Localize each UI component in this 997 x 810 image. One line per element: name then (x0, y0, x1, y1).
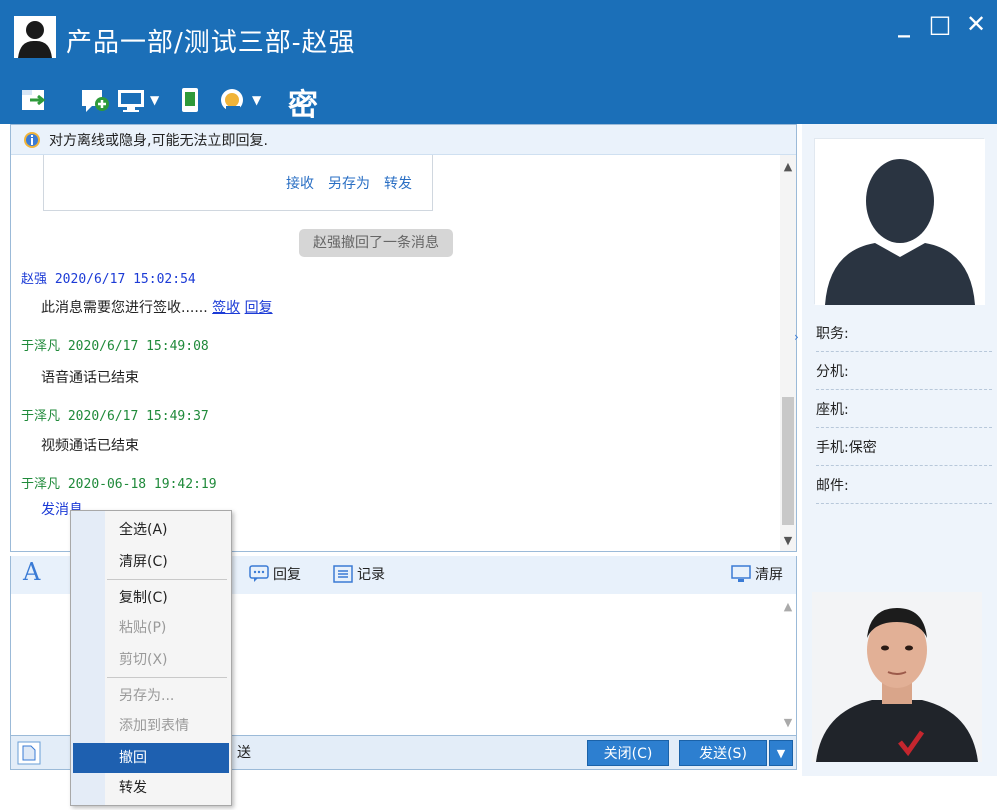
menu-copy[interactable]: 复制(C) (107, 583, 229, 613)
message-time: 2020-06-18 19:42:19 (67, 477, 217, 492)
remote-assist-icon (221, 89, 243, 111)
save-as-link[interactable]: 另存为 (328, 173, 370, 193)
message-button[interactable] (80, 84, 110, 116)
contact-avatar (814, 138, 985, 305)
info-value: 保密 (848, 439, 877, 456)
document-icon[interactable] (17, 741, 41, 765)
sender-name: 于泽凡 (21, 339, 61, 354)
message-header: 于泽凡 2020-06-18 19:42:19 (21, 473, 217, 492)
chat-scrollbar[interactable]: ▲ ▼ (780, 155, 796, 551)
chat-add-icon (82, 90, 109, 112)
font-button[interactable]: A (23, 558, 40, 586)
menu-clear-screen[interactable]: 清屏(C) (107, 547, 229, 577)
context-menu: 全选(A) 清屏(C) 复制(C) 粘贴(P) 剪切(X) 另存为... 添加到… (70, 510, 232, 806)
record-button[interactable]: 记录 (333, 564, 385, 584)
info-label: 职务: (816, 325, 849, 342)
menu-add-to-emoji[interactable]: 添加到表情 (107, 711, 229, 741)
minimize-button[interactable]: _ (893, 12, 915, 36)
notice-text: 对方离线或隐身,可能无法立即回复. (49, 132, 268, 149)
history-list-icon (333, 565, 353, 583)
info-label: 邮件: (816, 477, 849, 494)
message-header: 于泽凡 2020/6/17 15:49:37 (21, 405, 209, 424)
file-transfer-card: 接收 另存为 转发 (43, 155, 433, 211)
input-scrollbar[interactable]: ▲ ▼ (780, 594, 796, 734)
recall-notice: 赵强撤回了一条消息 (299, 229, 453, 257)
scroll-thumb[interactable] (782, 397, 794, 525)
collapse-panel-icon[interactable]: › (794, 330, 799, 344)
info-icon (24, 131, 40, 148)
self-photo (812, 592, 982, 762)
chevron-down-icon[interactable]: ▼ (150, 93, 159, 107)
message-text: 此消息需要您进行签收...... (41, 300, 208, 316)
message-time: 2020/6/17 15:49:08 (67, 339, 209, 354)
monitor-icon (118, 90, 144, 112)
info-email: 邮件: (816, 466, 992, 504)
chevron-down-icon[interactable]: ▼ (252, 93, 261, 107)
receive-link[interactable]: 接收 (286, 173, 314, 193)
clear-screen-button[interactable]: 清屏 (731, 564, 783, 584)
message-text: 视频通话已结束 (41, 438, 139, 454)
sign-link[interactable]: 签收 (212, 300, 240, 316)
menu-separator (107, 677, 227, 678)
scroll-down-icon[interactable]: ▼ (780, 714, 796, 730)
maximize-button[interactable]: □ (929, 12, 952, 36)
close-window-button[interactable]: ✕ (965, 12, 987, 36)
menu-paste[interactable]: 粘贴(P) (107, 613, 229, 643)
monitor-icon (731, 565, 751, 582)
menu-save-as[interactable]: 另存为... (107, 681, 229, 711)
message-header: 于泽凡 2020/6/17 15:49:08 (21, 335, 209, 354)
close-button[interactable]: 关闭(C) (587, 740, 669, 766)
screen-share-button[interactable]: ▼ (116, 84, 159, 116)
info-extension: 分机: (816, 352, 992, 390)
secret-button[interactable]: 密 (288, 80, 318, 124)
scroll-down-icon[interactable]: ▼ (780, 531, 796, 549)
title-bar: 产品一部/测试三部-赵强 _ □ ✕ (0, 0, 997, 76)
info-label: 分机: (816, 363, 849, 380)
menu-forward[interactable]: 转发 (107, 773, 229, 803)
sender-name: 于泽凡 (21, 409, 61, 424)
message-header: 赵强 2020/6/17 15:02:54 (21, 268, 196, 287)
reply-label: 回复 (273, 567, 301, 583)
user-avatar-icon (14, 16, 56, 58)
send-options-button[interactable]: ▼ (769, 740, 793, 766)
message-time: 2020/6/17 15:49:37 (67, 409, 209, 424)
send-mode-text: 送 (237, 745, 251, 761)
reply-link[interactable]: 回复 (245, 300, 273, 316)
window-title: 产品一部/测试三部-赵强 (66, 28, 356, 58)
menu-select-all[interactable]: 全选(A) (107, 515, 229, 545)
send-file-icon (22, 90, 46, 110)
phone-icon (182, 88, 198, 112)
chat-history[interactable]: 对方离线或隐身,可能无法立即回复. 接收 另存为 转发 赵强撤回了一条消息 赵强… (10, 124, 797, 552)
message-time: 2020/6/17 15:02:54 (54, 272, 196, 287)
user-silhouette-icon (815, 139, 985, 305)
scroll-up-icon[interactable]: ▲ (780, 598, 796, 614)
mobile-button[interactable] (178, 84, 202, 116)
send-button[interactable]: 发送(S) (679, 740, 767, 766)
info-label: 手机: (816, 439, 849, 456)
self-photo-image (812, 592, 982, 762)
info-landline: 座机: (816, 390, 992, 428)
reply-button[interactable]: 回复 (249, 564, 301, 584)
menu-recall[interactable]: 撤回 (73, 743, 229, 773)
offline-notice: 对方离线或隐身,可能无法立即回复. (11, 125, 796, 155)
send-file-button[interactable] (20, 84, 50, 116)
clear-screen-label: 清屏 (755, 567, 783, 583)
forward-link[interactable]: 转发 (384, 173, 412, 193)
scroll-up-icon[interactable]: ▲ (780, 157, 796, 175)
record-label: 记录 (357, 567, 385, 583)
menu-separator (107, 579, 227, 580)
sender-name: 赵强 (21, 272, 48, 287)
info-title: 职务: (816, 314, 992, 352)
sender-name: 于泽凡 (21, 477, 61, 492)
menu-cut[interactable]: 剪切(X) (107, 645, 229, 675)
speech-bubble-icon (249, 565, 269, 582)
message-body: 此消息需要您进行签收...... 签收 回复 (41, 297, 273, 317)
info-mobile: 手机: 保密 (816, 428, 992, 466)
info-label: 座机: (816, 401, 849, 418)
remote-assist-button[interactable]: ▼ (218, 84, 261, 116)
message-text: 语音通话已结束 (41, 370, 139, 386)
